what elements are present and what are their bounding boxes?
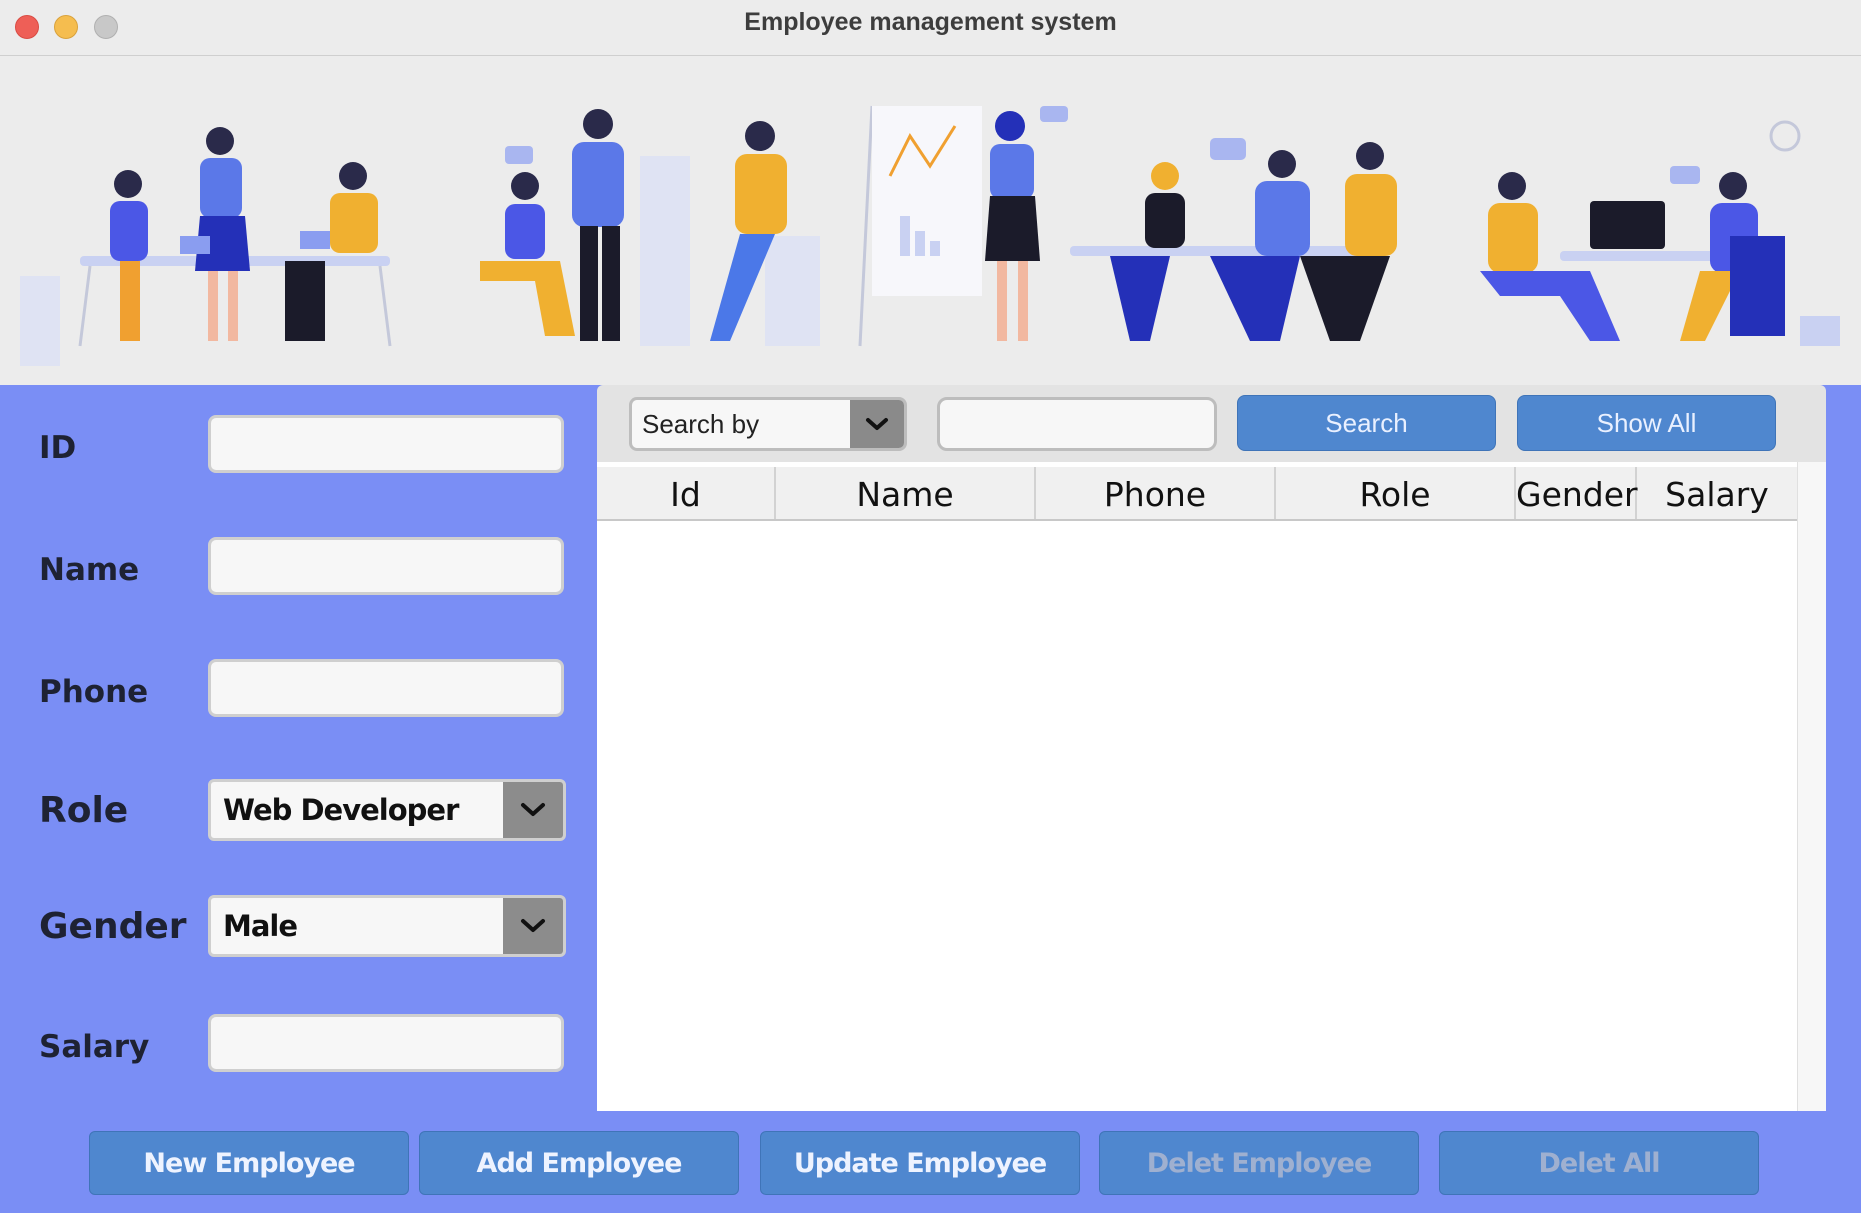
column-header-id[interactable]: Id <box>597 467 776 519</box>
name-field[interactable] <box>208 537 564 595</box>
new-employee-button[interactable]: New Employee <box>89 1131 409 1195</box>
search-by-value: Search by <box>642 409 760 439</box>
title-bar: Employee management system <box>0 0 1861 56</box>
role-select-value: Web Developer <box>223 793 459 827</box>
gender-select[interactable]: Male <box>208 895 566 957</box>
search-by-select[interactable]: Search by <box>629 397 907 451</box>
table-scrollbar[interactable] <box>1797 462 1826 1111</box>
gender-select-value: Male <box>223 909 298 943</box>
column-header-name[interactable]: Name <box>776 467 1036 519</box>
delete-employee-button[interactable]: Delet Employee <box>1099 1131 1419 1195</box>
chevron-down-icon[interactable] <box>503 782 563 838</box>
search-input[interactable] <box>937 397 1217 451</box>
show-all-button[interactable]: Show All <box>1517 395 1776 451</box>
role-select[interactable]: Web Developer <box>208 779 566 841</box>
column-header-role[interactable]: Role <box>1276 467 1516 519</box>
column-header-salary[interactable]: Salary <box>1637 467 1797 519</box>
salary-field[interactable] <box>208 1014 564 1072</box>
search-toolbar: Search by Search Show All <box>597 385 1826 462</box>
id-label: ID <box>39 430 77 466</box>
office-team-illustration <box>0 56 1861 385</box>
add-employee-button[interactable]: Add Employee <box>419 1131 739 1195</box>
gender-label: Gender <box>39 906 187 947</box>
search-button[interactable]: Search <box>1237 395 1496 451</box>
role-label: Role <box>39 790 129 831</box>
column-header-phone[interactable]: Phone <box>1036 467 1276 519</box>
salary-label: Salary <box>39 1029 150 1065</box>
chevron-down-icon[interactable] <box>850 400 904 448</box>
id-field[interactable] <box>208 415 564 473</box>
chevron-down-icon[interactable] <box>503 898 563 954</box>
phone-field[interactable] <box>208 659 564 717</box>
employee-table: Id Name Phone Role Gender Salary <box>597 462 1826 1111</box>
table-header: Id Name Phone Role Gender Salary <box>597 467 1797 521</box>
update-employee-button[interactable]: Update Employee <box>760 1131 1080 1195</box>
phone-label: Phone <box>39 674 149 710</box>
window-title: Employee management system <box>744 8 1117 36</box>
column-header-gender[interactable]: Gender <box>1516 467 1638 519</box>
name-label: Name <box>39 552 140 588</box>
employee-form: ID Name Phone Role Web Developer Gender … <box>0 385 597 1115</box>
delete-all-button[interactable]: Delet All <box>1439 1131 1759 1195</box>
